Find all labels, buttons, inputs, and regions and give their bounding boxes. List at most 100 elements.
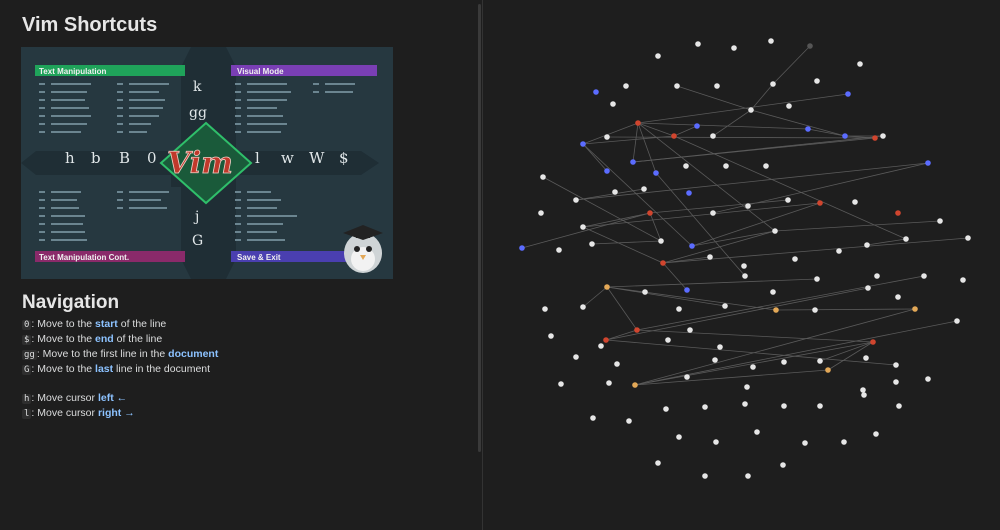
graph-node[interactable]	[676, 434, 682, 440]
graph-node[interactable]	[861, 392, 867, 398]
graph-node[interactable]	[707, 254, 713, 260]
graph-node[interactable]	[817, 403, 823, 409]
graph-node[interactable]	[954, 318, 960, 324]
graph-node[interactable]	[712, 357, 718, 363]
graph-node[interactable]	[742, 273, 748, 279]
graph-node[interactable]	[836, 248, 842, 254]
graph-node[interactable]	[770, 289, 776, 295]
graph-node[interactable]	[573, 197, 579, 203]
graph-node[interactable]	[842, 133, 848, 139]
graph-node[interactable]	[632, 382, 638, 388]
graph-node[interactable]	[895, 294, 901, 300]
graph-node[interactable]	[580, 304, 586, 310]
graph-node[interactable]	[610, 101, 616, 107]
graph-node[interactable]	[870, 339, 876, 345]
graph-node[interactable]	[660, 260, 666, 266]
graph-node[interactable]	[538, 210, 544, 216]
graph-node[interactable]	[773, 307, 779, 313]
graph-node[interactable]	[713, 439, 719, 445]
graph-node[interactable]	[683, 163, 689, 169]
graph-node[interactable]	[903, 236, 909, 242]
graph-node[interactable]	[744, 384, 750, 390]
graph-node[interactable]	[674, 83, 680, 89]
graph-node[interactable]	[593, 89, 599, 95]
graph-node[interactable]	[665, 337, 671, 343]
graph-node[interactable]	[845, 91, 851, 97]
graph-node[interactable]	[710, 133, 716, 139]
scrollbar-thumb[interactable]	[478, 4, 481, 452]
graph-node[interactable]	[873, 431, 879, 437]
graph-node[interactable]	[519, 245, 525, 251]
graph-node[interactable]	[647, 210, 653, 216]
graph-node[interactable]	[754, 429, 760, 435]
graph-node[interactable]	[702, 473, 708, 479]
graph-node[interactable]	[965, 235, 971, 241]
graph-node[interactable]	[857, 61, 863, 67]
graph-node[interactable]	[612, 189, 618, 195]
graph-node[interactable]	[658, 238, 664, 244]
graph-node[interactable]	[780, 462, 786, 468]
graph-node[interactable]	[893, 379, 899, 385]
graph-node[interactable]	[863, 355, 869, 361]
graph-node[interactable]	[925, 160, 931, 166]
graph-node[interactable]	[604, 284, 610, 290]
graph-node[interactable]	[912, 306, 918, 312]
graph-node[interactable]	[671, 133, 677, 139]
graph-node[interactable]	[893, 362, 899, 368]
graph-node[interactable]	[872, 135, 878, 141]
graph-node[interactable]	[745, 473, 751, 479]
graph-node[interactable]	[689, 243, 695, 249]
graph-node[interactable]	[745, 203, 751, 209]
graph-node[interactable]	[635, 120, 641, 126]
graph-node[interactable]	[686, 190, 692, 196]
graph-node[interactable]	[731, 45, 737, 51]
graph-node[interactable]	[742, 401, 748, 407]
graph-node[interactable]	[598, 343, 604, 349]
graph-node[interactable]	[748, 107, 754, 113]
graph-node[interactable]	[548, 333, 554, 339]
graph-node[interactable]	[641, 186, 647, 192]
graph-node[interactable]	[786, 103, 792, 109]
graph-node[interactable]	[770, 81, 776, 87]
graph-node[interactable]	[750, 364, 756, 370]
graph-node[interactable]	[717, 344, 723, 350]
graph-node[interactable]	[772, 228, 778, 234]
graph-node[interactable]	[604, 168, 610, 174]
graph-node[interactable]	[895, 210, 901, 216]
graph-node[interactable]	[807, 43, 813, 49]
graph-node[interactable]	[865, 285, 871, 291]
graph-node[interactable]	[630, 159, 636, 165]
graph-node[interactable]	[805, 126, 811, 132]
graph-node[interactable]	[874, 273, 880, 279]
graph-node[interactable]	[580, 224, 586, 230]
graph-node[interactable]	[841, 439, 847, 445]
graph-node[interactable]	[880, 133, 886, 139]
graph-node[interactable]	[852, 199, 858, 205]
graph-node[interactable]	[702, 404, 708, 410]
graph-node[interactable]	[694, 123, 700, 129]
graph-node[interactable]	[590, 415, 596, 421]
graph-node[interactable]	[695, 41, 701, 47]
graph-node[interactable]	[606, 380, 612, 386]
graph-node[interactable]	[642, 289, 648, 295]
graph-node[interactable]	[676, 306, 682, 312]
graph-node[interactable]	[814, 78, 820, 84]
graph-node[interactable]	[603, 337, 609, 343]
graph-node[interactable]	[663, 406, 669, 412]
graph-node[interactable]	[623, 83, 629, 89]
graph-node[interactable]	[540, 174, 546, 180]
graph-node[interactable]	[573, 354, 579, 360]
graph-node[interactable]	[687, 327, 693, 333]
graph-node[interactable]	[825, 367, 831, 373]
graph-canvas[interactable]	[483, 0, 1000, 530]
graph-node[interactable]	[937, 218, 943, 224]
graph-node[interactable]	[860, 387, 866, 393]
graph-node[interactable]	[604, 134, 610, 140]
graph-node[interactable]	[817, 200, 823, 206]
graph-node[interactable]	[763, 163, 769, 169]
graph-node[interactable]	[768, 38, 774, 44]
graph-node[interactable]	[814, 276, 820, 282]
graph-node[interactable]	[684, 374, 690, 380]
graph-node[interactable]	[812, 307, 818, 313]
graph-node[interactable]	[556, 247, 562, 253]
